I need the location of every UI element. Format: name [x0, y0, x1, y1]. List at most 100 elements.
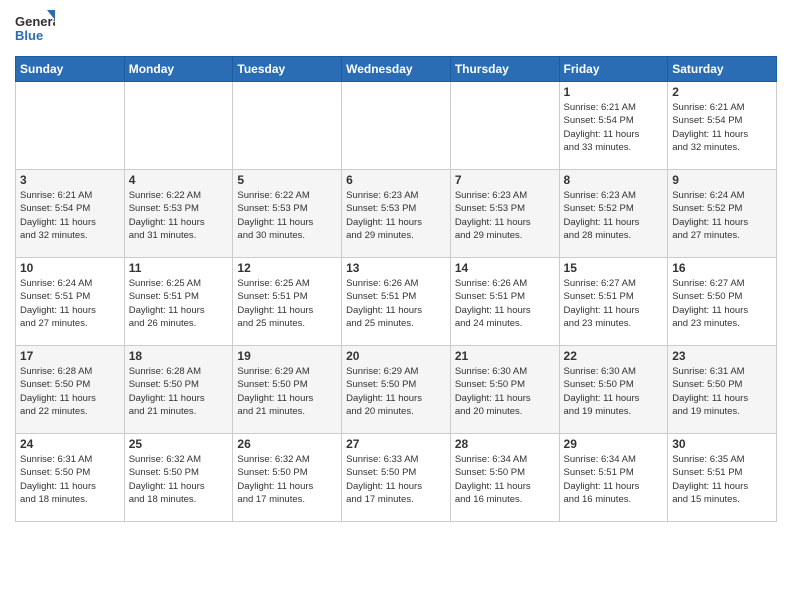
calendar-cell: 4 Sunrise: 6:22 AM Sunset: 5:53 PM Daylig…	[124, 170, 233, 258]
calendar-cell: 30 Sunrise: 6:35 AM Sunset: 5:51 PM Dayli…	[668, 434, 777, 522]
calendar-cell: 18 Sunrise: 6:28 AM Sunset: 5:50 PM Dayli…	[124, 346, 233, 434]
day-number: 27	[346, 437, 446, 451]
day-info: Sunrise: 6:28 AM Sunset: 5:50 PM Dayligh…	[129, 365, 229, 418]
calendar-cell: 5Sunrise: 6:22 AM Sunset: 5:53 PM Daylig…	[233, 170, 342, 258]
day-info: Sunrise: 6:21 AM Sunset: 5:54 PM Dayligh…	[672, 101, 772, 154]
day-info: Sunrise: 6:28 AM Sunset: 5:50 PM Dayligh…	[20, 365, 120, 418]
day-number: 8	[564, 173, 664, 187]
calendar-cell: 16 Sunrise: 6:27 AM Sunset: 5:50 PM Dayli…	[668, 258, 777, 346]
weekday-header-row: SundayMondayTuesdayWednesdayThursdayFrid…	[16, 57, 777, 82]
day-info: Sunrise: 6:32 AM Sunset: 5:50 PM Dayligh…	[237, 453, 337, 506]
day-number: 2	[672, 85, 772, 99]
day-info: Sunrise: 6:33 AM Sunset: 5:50 PM Dayligh…	[346, 453, 446, 506]
day-info: Sunrise: 6:26 AM Sunset: 5:51 PM Dayligh…	[346, 277, 446, 330]
calendar-cell: 29 Sunrise: 6:34 AM Sunset: 5:51 PM Dayli…	[559, 434, 668, 522]
week-row-5: 24 Sunrise: 6:31 AM Sunset: 5:50 PM Dayli…	[16, 434, 777, 522]
day-number: 11	[129, 261, 229, 275]
calendar-cell: 2 Sunrise: 6:21 AM Sunset: 5:54 PM Daylig…	[668, 82, 777, 170]
day-info: Sunrise: 6:23 AM Sunset: 5:52 PM Dayligh…	[564, 189, 664, 242]
calendar-cell: 10 Sunrise: 6:24 AM Sunset: 5:51 PM Dayli…	[16, 258, 125, 346]
calendar-cell	[233, 82, 342, 170]
weekday-header-wednesday: Wednesday	[342, 57, 451, 82]
day-info: Sunrise: 6:23 AM Sunset: 5:53 PM Dayligh…	[346, 189, 446, 242]
day-info: Sunrise: 6:30 AM Sunset: 5:50 PM Dayligh…	[455, 365, 555, 418]
day-number: 10	[20, 261, 120, 275]
calendar-cell: 21 Sunrise: 6:30 AM Sunset: 5:50 PM Dayli…	[450, 346, 559, 434]
day-info: Sunrise: 6:21 AM Sunset: 5:54 PM Dayligh…	[564, 101, 664, 154]
day-number: 23	[672, 349, 772, 363]
calendar-cell: 14 Sunrise: 6:26 AM Sunset: 5:51 PM Dayli…	[450, 258, 559, 346]
day-info: Sunrise: 6:23 AM Sunset: 5:53 PM Dayligh…	[455, 189, 555, 242]
day-info: Sunrise: 6:34 AM Sunset: 5:51 PM Dayligh…	[564, 453, 664, 506]
day-number: 18	[129, 349, 229, 363]
calendar-cell: 19 Sunrise: 6:29 AM Sunset: 5:50 PM Dayli…	[233, 346, 342, 434]
calendar-cell: 12 Sunrise: 6:25 AM Sunset: 5:51 PM Dayli…	[233, 258, 342, 346]
logo: General Blue	[15, 10, 55, 50]
day-number: 1	[564, 85, 664, 99]
day-number: 29	[564, 437, 664, 451]
day-number: 4	[129, 173, 229, 187]
calendar-cell: 17 Sunrise: 6:28 AM Sunset: 5:50 PM Dayli…	[16, 346, 125, 434]
day-info: Sunrise: 6:27 AM Sunset: 5:50 PM Dayligh…	[672, 277, 772, 330]
svg-text:General: General	[15, 14, 55, 29]
day-info: Sunrise: 6:34 AM Sunset: 5:50 PM Dayligh…	[455, 453, 555, 506]
calendar-cell: 28Sunrise: 6:34 AM Sunset: 5:50 PM Dayli…	[450, 434, 559, 522]
calendar-cell: 15 Sunrise: 6:27 AM Sunset: 5:51 PM Dayli…	[559, 258, 668, 346]
day-info: Sunrise: 6:22 AM Sunset: 5:53 PM Dayligh…	[129, 189, 229, 242]
day-info: Sunrise: 6:25 AM Sunset: 5:51 PM Dayligh…	[237, 277, 337, 330]
day-info: Sunrise: 6:29 AM Sunset: 5:50 PM Dayligh…	[237, 365, 337, 418]
calendar-cell: 8 Sunrise: 6:23 AM Sunset: 5:52 PM Daylig…	[559, 170, 668, 258]
day-number: 24	[20, 437, 120, 451]
day-number: 19	[237, 349, 337, 363]
calendar-cell: 23 Sunrise: 6:31 AM Sunset: 5:50 PM Dayli…	[668, 346, 777, 434]
weekday-header-friday: Friday	[559, 57, 668, 82]
day-number: 20	[346, 349, 446, 363]
day-info: Sunrise: 6:27 AM Sunset: 5:51 PM Dayligh…	[564, 277, 664, 330]
calendar-cell: 9 Sunrise: 6:24 AM Sunset: 5:52 PM Daylig…	[668, 170, 777, 258]
page: General Blue SundayMondayTuesdayWednesda…	[0, 0, 792, 537]
day-number: 9	[672, 173, 772, 187]
calendar-cell: 24 Sunrise: 6:31 AM Sunset: 5:50 PM Dayli…	[16, 434, 125, 522]
day-info: Sunrise: 6:31 AM Sunset: 5:50 PM Dayligh…	[672, 365, 772, 418]
weekday-header-sunday: Sunday	[16, 57, 125, 82]
week-row-1: 1 Sunrise: 6:21 AM Sunset: 5:54 PM Daylig…	[16, 82, 777, 170]
week-row-4: 17 Sunrise: 6:28 AM Sunset: 5:50 PM Dayli…	[16, 346, 777, 434]
weekday-header-saturday: Saturday	[668, 57, 777, 82]
day-number: 16	[672, 261, 772, 275]
day-number: 25	[129, 437, 229, 451]
calendar-cell: 25 Sunrise: 6:32 AM Sunset: 5:50 PM Dayli…	[124, 434, 233, 522]
logo-svg: General Blue	[15, 10, 55, 50]
day-number: 30	[672, 437, 772, 451]
day-info: Sunrise: 6:30 AM Sunset: 5:50 PM Dayligh…	[564, 365, 664, 418]
day-info: Sunrise: 6:31 AM Sunset: 5:50 PM Dayligh…	[20, 453, 120, 506]
calendar-cell: 22 Sunrise: 6:30 AM Sunset: 5:50 PM Dayli…	[559, 346, 668, 434]
day-number: 17	[20, 349, 120, 363]
day-number: 14	[455, 261, 555, 275]
day-number: 26	[237, 437, 337, 451]
day-info: Sunrise: 6:35 AM Sunset: 5:51 PM Dayligh…	[672, 453, 772, 506]
day-number: 12	[237, 261, 337, 275]
calendar-cell: 1 Sunrise: 6:21 AM Sunset: 5:54 PM Daylig…	[559, 82, 668, 170]
weekday-header-thursday: Thursday	[450, 57, 559, 82]
day-number: 15	[564, 261, 664, 275]
calendar: SundayMondayTuesdayWednesdayThursdayFrid…	[15, 56, 777, 522]
week-row-3: 10 Sunrise: 6:24 AM Sunset: 5:51 PM Dayli…	[16, 258, 777, 346]
header: General Blue	[15, 10, 777, 50]
day-info: Sunrise: 6:21 AM Sunset: 5:54 PM Dayligh…	[20, 189, 120, 242]
calendar-cell	[450, 82, 559, 170]
calendar-cell: 27 Sunrise: 6:33 AM Sunset: 5:50 PM Dayli…	[342, 434, 451, 522]
day-info: Sunrise: 6:24 AM Sunset: 5:51 PM Dayligh…	[20, 277, 120, 330]
weekday-header-monday: Monday	[124, 57, 233, 82]
day-number: 13	[346, 261, 446, 275]
day-number: 3	[20, 173, 120, 187]
calendar-cell: 11Sunrise: 6:25 AM Sunset: 5:51 PM Dayli…	[124, 258, 233, 346]
day-number: 22	[564, 349, 664, 363]
day-info: Sunrise: 6:24 AM Sunset: 5:52 PM Dayligh…	[672, 189, 772, 242]
day-info: Sunrise: 6:32 AM Sunset: 5:50 PM Dayligh…	[129, 453, 229, 506]
day-info: Sunrise: 6:22 AM Sunset: 5:53 PM Dayligh…	[237, 189, 337, 242]
day-info: Sunrise: 6:26 AM Sunset: 5:51 PM Dayligh…	[455, 277, 555, 330]
calendar-cell: 3 Sunrise: 6:21 AM Sunset: 5:54 PM Daylig…	[16, 170, 125, 258]
day-number: 21	[455, 349, 555, 363]
calendar-cell: 7Sunrise: 6:23 AM Sunset: 5:53 PM Daylig…	[450, 170, 559, 258]
weekday-header-tuesday: Tuesday	[233, 57, 342, 82]
